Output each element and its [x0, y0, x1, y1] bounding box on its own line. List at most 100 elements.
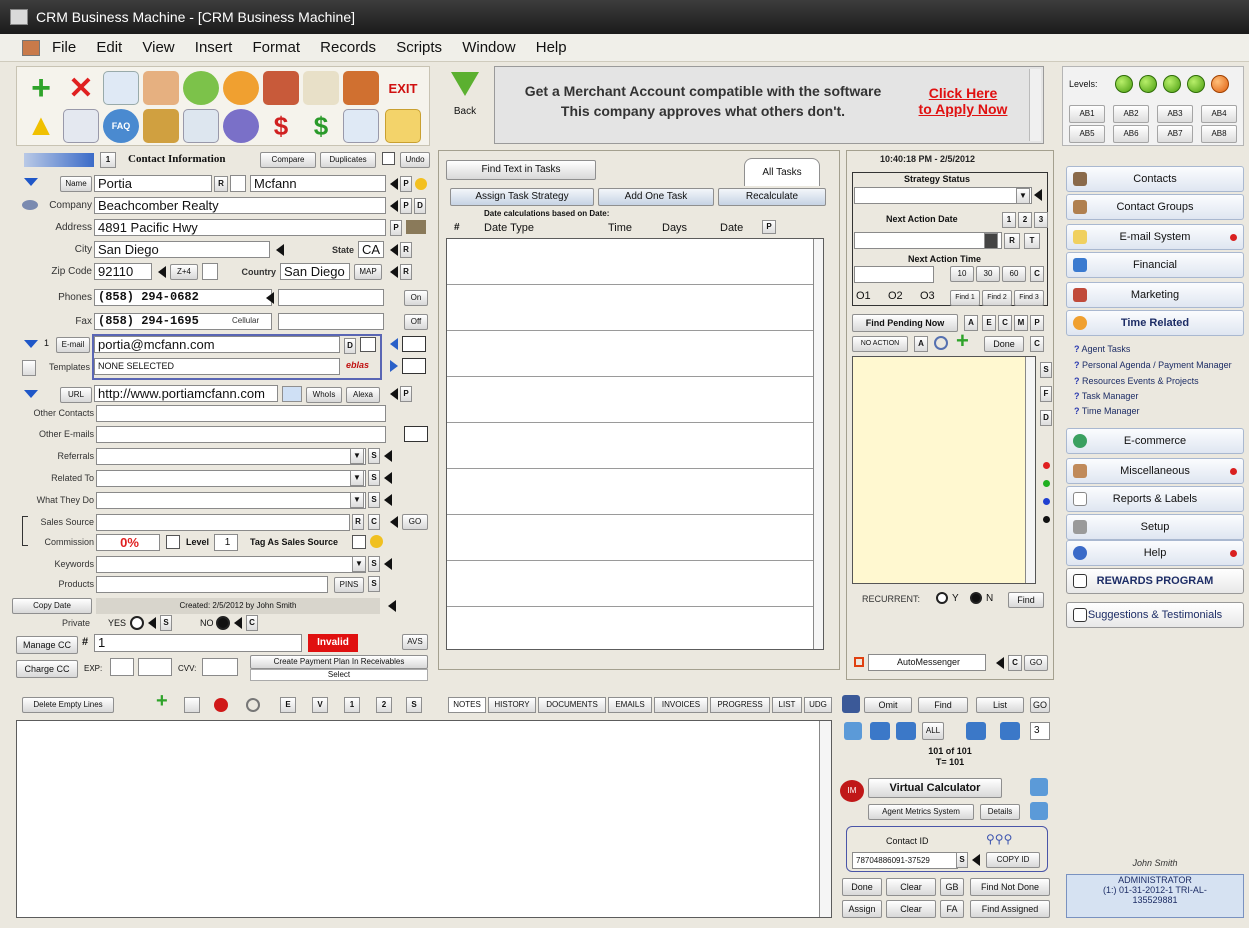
tab-history[interactable]: HISTORY — [488, 697, 536, 713]
im-icon[interactable]: IM — [840, 780, 864, 802]
grid-icon[interactable] — [1030, 802, 1048, 820]
left-arrow-icon[interactable] — [390, 200, 398, 212]
details-button[interactable]: Details — [980, 804, 1020, 820]
sublink-task-manager[interactable]: ? Task Manager — [1074, 391, 1138, 401]
d-button[interactable]: D — [414, 198, 426, 214]
f-button[interactable]: F — [1040, 386, 1052, 402]
d-button[interactable]: D — [344, 338, 356, 354]
e-button[interactable]: E — [280, 697, 296, 713]
envelope-icon[interactable] — [402, 358, 426, 374]
note-icon[interactable] — [184, 697, 200, 713]
num-3-button[interactable]: 3 — [1034, 212, 1048, 228]
strategy-scrollbar[interactable] — [1025, 357, 1035, 583]
delete-empty-lines-button[interactable]: Delete Empty Lines — [22, 697, 114, 713]
left-arrow-icon[interactable] — [384, 558, 392, 570]
clear-button[interactable]: Clear — [886, 900, 936, 918]
clock-icon[interactable] — [246, 698, 260, 712]
left-arrow-icon[interactable] — [390, 516, 398, 528]
dropdown-icon[interactable]: ▼ — [350, 448, 364, 464]
s-button[interactable]: S — [368, 492, 380, 508]
last-name-field[interactable]: Mcfann — [250, 175, 386, 192]
whois-button[interactable]: WhoIs — [306, 387, 342, 403]
add-icon[interactable]: + — [156, 690, 168, 713]
dropdown-icon[interactable]: ▼ — [350, 470, 364, 486]
num-1-button[interactable]: 1 — [1002, 212, 1016, 228]
search-icon[interactable] — [934, 336, 948, 350]
calendar-icon[interactable] — [343, 109, 379, 143]
c-button[interactable]: C — [1030, 336, 1044, 352]
find-1-button[interactable]: Find 1 — [950, 290, 980, 306]
templates-field[interactable]: NONE SELECTED — [94, 358, 340, 375]
cellular-field[interactable] — [278, 313, 384, 330]
ab4-button[interactable]: AB4 — [1201, 105, 1237, 123]
commission-field[interactable]: 0% — [96, 534, 160, 551]
ad-scrollbar[interactable] — [1029, 69, 1041, 141]
menu-scripts[interactable]: Scripts — [396, 34, 442, 62]
referrals-field[interactable] — [96, 448, 366, 465]
ab6-button[interactable]: AB6 — [1113, 125, 1149, 143]
find-button[interactable]: Find — [1008, 592, 1044, 608]
email-field[interactable]: portia@mcfann.com — [94, 336, 340, 353]
find-assigned-button[interactable]: Find Assigned — [970, 900, 1050, 918]
warning-icon[interactable]: ▲ — [23, 109, 59, 143]
coin-icon[interactable] — [415, 178, 427, 190]
left-arrow-icon[interactable] — [234, 617, 242, 629]
yes-radio[interactable] — [130, 616, 144, 630]
go-button[interactable]: GO — [402, 514, 428, 530]
list-button[interactable]: List — [976, 697, 1024, 713]
nav-reports[interactable]: Reports & Labels — [1066, 486, 1244, 512]
r-button[interactable]: R — [1004, 233, 1020, 249]
done-button[interactable]: Done — [984, 336, 1024, 352]
left-arrow-icon[interactable] — [1034, 189, 1042, 201]
menu-file[interactable]: File — [52, 34, 76, 62]
automessenger-field[interactable]: AutoMessenger — [868, 654, 986, 671]
car-icon[interactable] — [406, 220, 426, 234]
search-icon[interactable]: ⚲⚲⚲ — [986, 832, 1036, 846]
nav-ecommerce[interactable]: E-commerce — [1066, 428, 1244, 454]
all-tasks-tab[interactable]: All Tasks — [744, 158, 820, 186]
find-text-tasks-button[interactable]: Find Text in Tasks — [446, 160, 596, 180]
task-list[interactable] — [446, 238, 824, 650]
nav-marketing[interactable]: Marketing — [1066, 282, 1244, 308]
p-button[interactable]: P — [1030, 315, 1044, 331]
dollar-green-icon[interactable]: $ — [303, 109, 339, 143]
add-icon[interactable]: + — [956, 328, 969, 354]
envelope-icon[interactable] — [404, 426, 428, 442]
dollar-red-icon[interactable]: $ — [263, 109, 299, 143]
email-checkbox[interactable] — [360, 337, 376, 352]
go-button[interactable]: GO — [1024, 655, 1048, 671]
ab3-button[interactable]: AB3 — [1157, 105, 1193, 123]
building-icon[interactable] — [143, 109, 179, 143]
fa-button[interactable]: FA — [940, 900, 964, 918]
s-button[interactable]: S — [160, 615, 172, 631]
page-field[interactable]: 3 — [1030, 722, 1050, 740]
option-1-radio[interactable]: O1 — [856, 290, 871, 302]
undo-checkbox[interactable] — [382, 152, 395, 165]
e-button[interactable]: E — [982, 315, 996, 331]
agent-metrics-button[interactable]: Agent Metrics System — [868, 804, 974, 820]
address-field[interactable]: 4891 Pacific Hwy — [94, 219, 386, 236]
strategy-notes-area[interactable] — [852, 356, 1036, 584]
related-field[interactable] — [96, 470, 366, 487]
off-button[interactable]: Off — [404, 314, 428, 330]
done-button[interactable]: Done — [842, 878, 882, 896]
left-arrow-icon[interactable] — [384, 494, 392, 506]
find-2-button[interactable]: Find 2 — [982, 290, 1012, 306]
dropdown-icon[interactable]: ▼ — [1016, 188, 1030, 204]
all-button[interactable]: ALL — [922, 722, 944, 740]
no-radio[interactable] — [216, 616, 230, 630]
next-record-icon[interactable] — [966, 722, 986, 740]
c-button[interactable]: C — [246, 615, 258, 631]
no-action-button[interactable]: NO ACTION — [852, 336, 908, 352]
zip4-field[interactable] — [202, 263, 218, 280]
left-arrow-icon[interactable] — [388, 600, 396, 612]
nav-setup[interactable]: Setup — [1066, 514, 1244, 540]
edit-icon[interactable] — [183, 109, 219, 143]
url-label-button[interactable]: URL — [60, 387, 92, 403]
recurrent-yes-radio[interactable] — [936, 592, 948, 604]
zip-field[interactable]: 92110 — [94, 263, 152, 280]
charge-cc-button[interactable]: Charge CC — [16, 660, 78, 678]
clock-icon[interactable] — [223, 71, 259, 105]
clear-button[interactable]: Clear — [886, 878, 936, 896]
eye-icon[interactable] — [22, 200, 38, 210]
